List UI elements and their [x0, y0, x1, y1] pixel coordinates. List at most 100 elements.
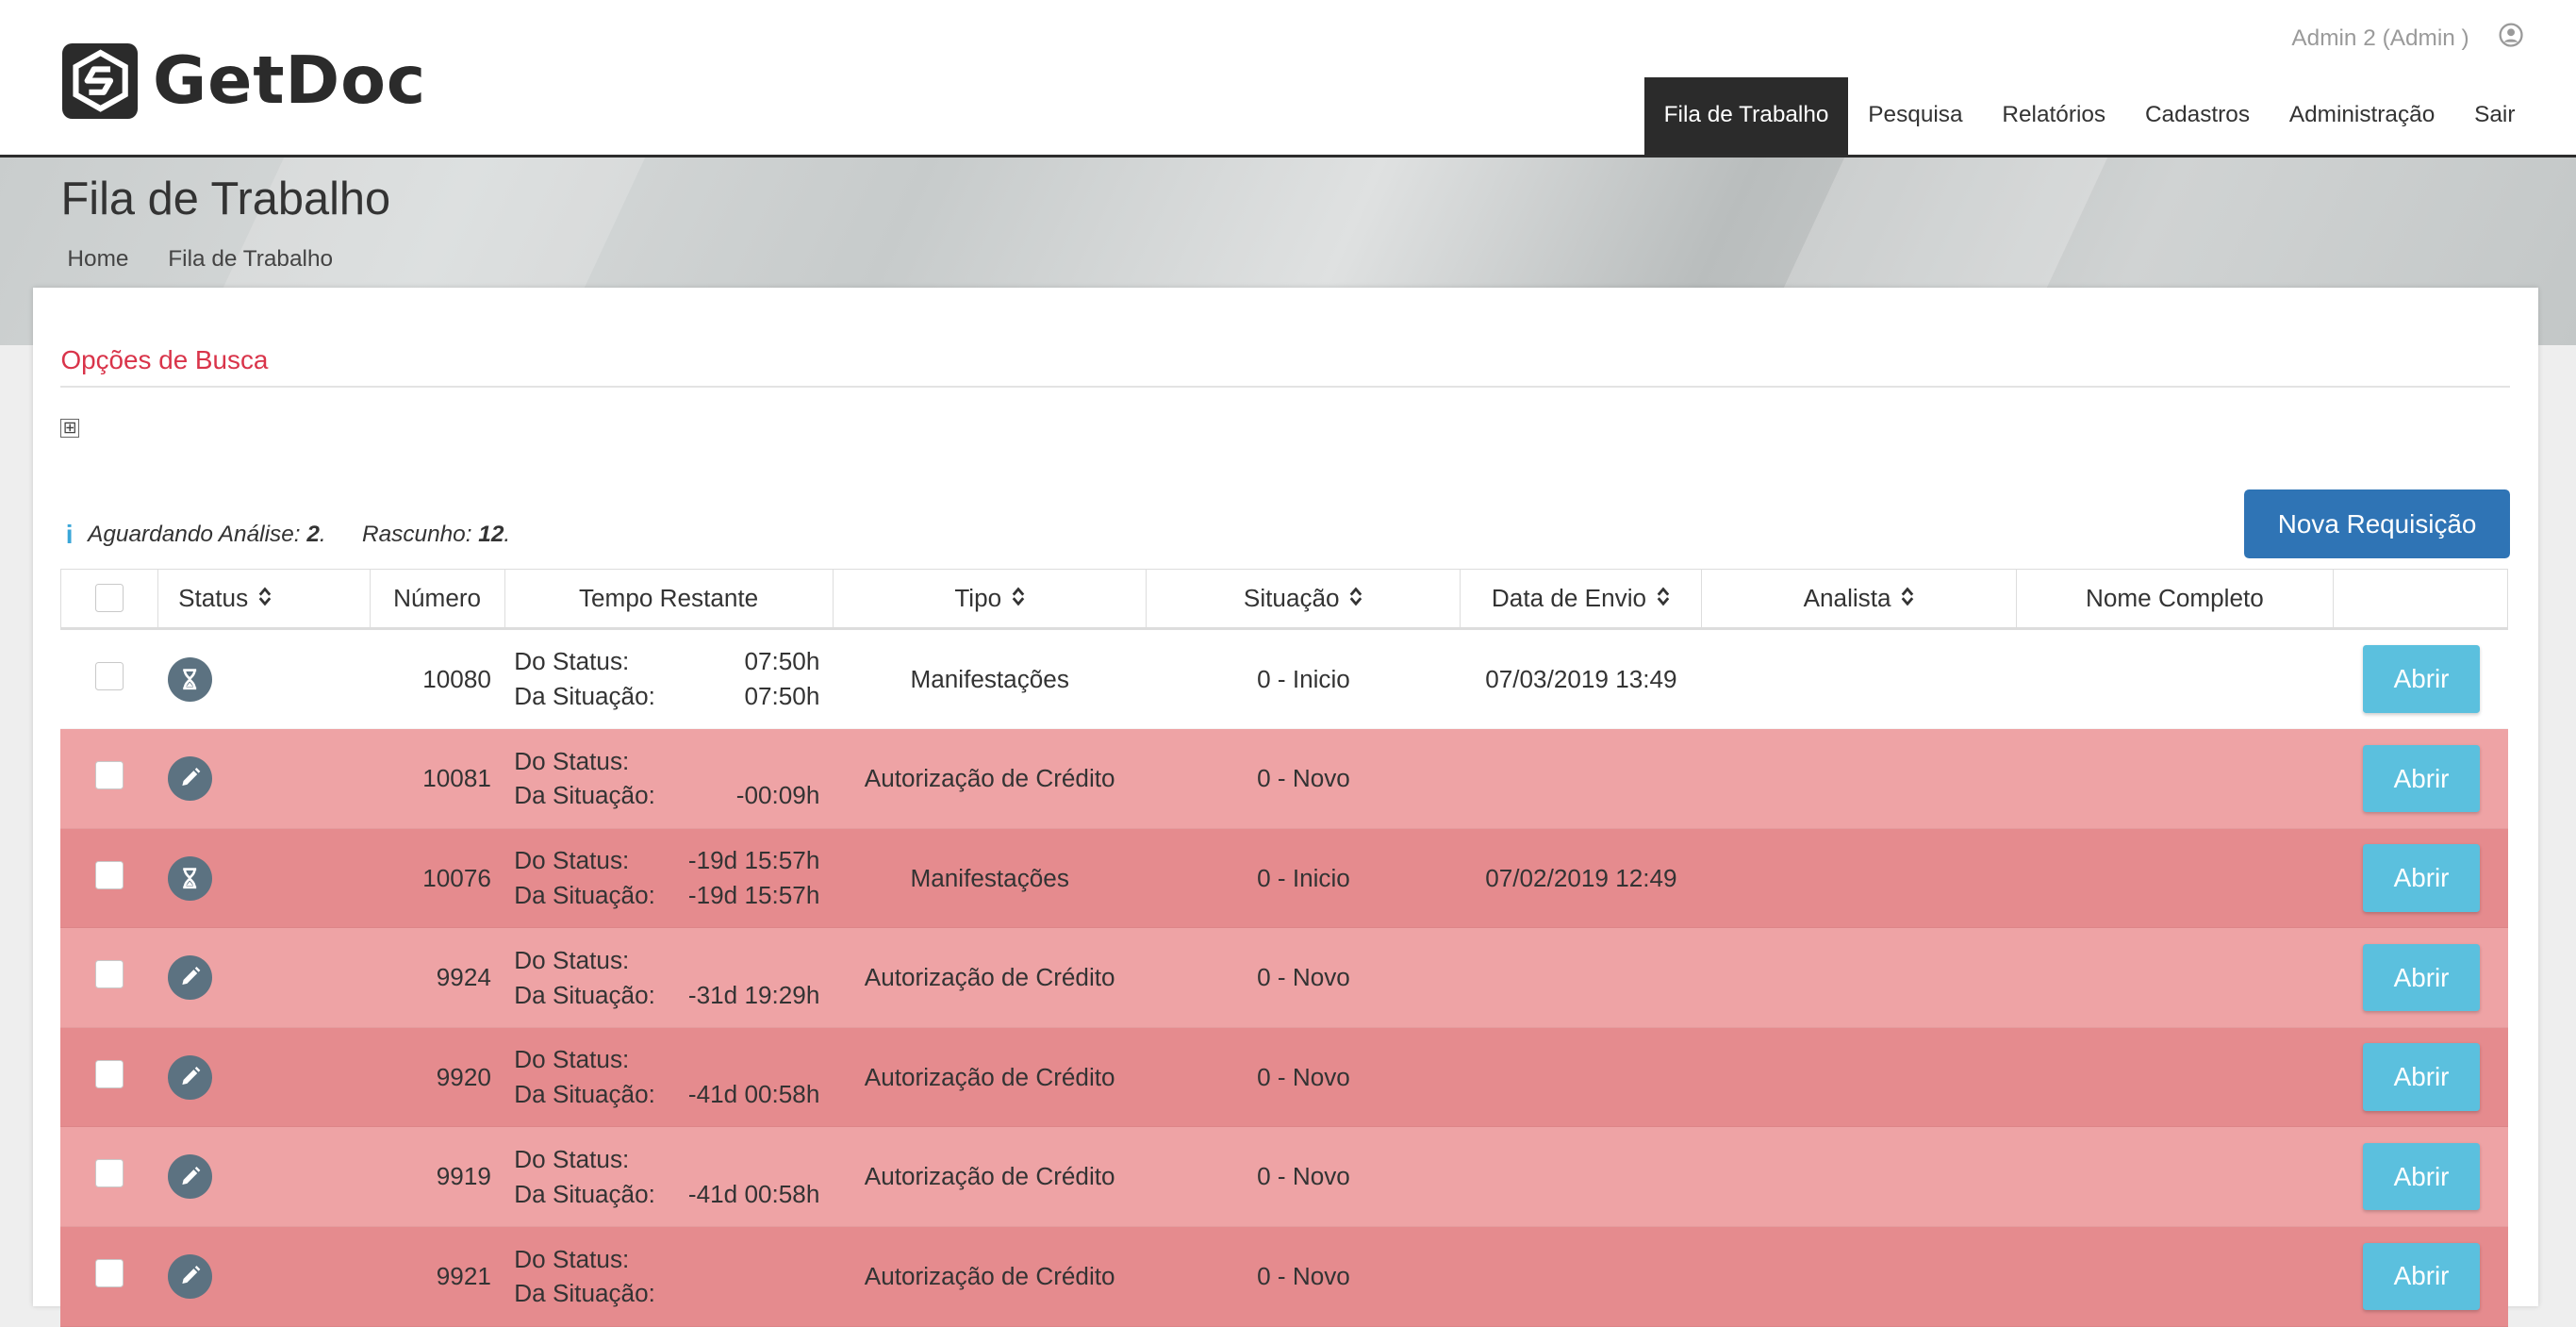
time-status-label: Do Status:	[514, 746, 630, 775]
table-row[interactable]: 10081 Do Status: Da Situação: -00:09h Autori…	[60, 729, 2509, 829]
data-envio-cell	[1461, 1227, 1702, 1326]
numero-cell: 9920	[436, 1062, 491, 1091]
row-checkbox[interactable]	[94, 960, 124, 989]
column-header-numero[interactable]: Número	[371, 569, 505, 627]
table-body: 10080 Do Status: 07:50h Da Situação: 07:50h M…	[60, 629, 2509, 1327]
numero-cell: 10080	[422, 664, 491, 693]
row-select-cell	[60, 1127, 157, 1226]
time-situacao-value: -31d 19:29h	[687, 980, 820, 1009]
nav-item-administracao[interactable]: Administração	[2270, 77, 2454, 155]
open-button[interactable]: Abrir	[2363, 744, 2480, 813]
status-cell	[157, 1028, 370, 1127]
user-menu[interactable]: Admin 2 (Admin )	[2291, 23, 2523, 54]
nav-item-pesquisa[interactable]: Pesquisa	[1848, 77, 1982, 155]
pencil-icon	[167, 955, 212, 1001]
data-envio-cell	[1461, 928, 1702, 1027]
tempo-restante-cell: Do Status: Da Situação: -41d 00:58h	[504, 1127, 833, 1226]
actions-cell: Abrir	[2335, 1227, 2509, 1326]
top-header: GetDoc Admin 2 (Admin ) Fila de Trabalho…	[0, 0, 2576, 158]
brand-name: GetDoc	[153, 42, 427, 120]
open-button[interactable]: Abrir	[2363, 943, 2480, 1012]
open-button[interactable]: Abrir	[2363, 1242, 2480, 1310]
row-checkbox[interactable]	[94, 1159, 124, 1188]
nome-completo-cell	[2017, 928, 2334, 1027]
data-envio-cell	[1461, 729, 1702, 828]
nav-item-fila-de-trabalho[interactable]: Fila de Trabalho	[1643, 76, 1849, 155]
table-row[interactable]: 10076 Do Status: -19d 15:57h Da Situação: -1…	[60, 828, 2509, 929]
table-header: Status Número Tempo Restante Tipo Situaç…	[60, 568, 2509, 630]
nome-completo-cell	[2017, 729, 2334, 828]
tipo-cell: Manifestações	[910, 664, 1069, 693]
analista-cell	[1702, 1127, 2018, 1226]
numero-cell: 9924	[436, 963, 491, 992]
time-situacao-value: -19d 15:57h	[687, 880, 820, 909]
row-checkbox[interactable]	[94, 1258, 124, 1287]
time-status-value: 07:50h	[744, 647, 820, 676]
hourglass-icon	[167, 656, 212, 702]
table-row[interactable]: 9921 Do Status: Da Situação: Autorização de…	[60, 1226, 2509, 1327]
analista-cell	[1702, 829, 2018, 928]
numero-cell: 10076	[422, 863, 491, 892]
tempo-restante-cell: Do Status: Da Situação: -31d 19:29h	[504, 928, 833, 1027]
analista-cell	[1702, 630, 2018, 729]
time-situacao-label: Da Situação:	[514, 1179, 655, 1208]
row-checkbox[interactable]	[94, 661, 124, 690]
nome-completo-cell	[2017, 1127, 2334, 1226]
table-row[interactable]: 9919 Do Status: Da Situação: -41d 00:58h Aut…	[60, 1127, 2509, 1227]
row-select-cell	[60, 630, 157, 729]
expand-plus-icon[interactable]: ⊞	[60, 419, 79, 438]
numero-cell: 9921	[436, 1261, 491, 1290]
situacao-cell: 0 - Novo	[1257, 1261, 1350, 1290]
sort-icon	[1901, 587, 1914, 609]
situacao-cell: 0 - Novo	[1257, 963, 1350, 992]
column-header-tempo-restante: Tempo Restante	[505, 569, 834, 627]
open-button[interactable]: Abrir	[2363, 645, 2480, 713]
column-header-analista[interactable]: Analista	[1702, 569, 2017, 627]
row-checkbox[interactable]	[94, 860, 124, 889]
time-status-value	[736, 745, 820, 778]
breadcrumb: Home Fila de Trabalho	[67, 246, 333, 273]
row-checkbox[interactable]	[94, 1059, 124, 1088]
breadcrumb-home[interactable]: Home	[67, 246, 128, 273]
column-header-actions	[2334, 570, 2508, 627]
open-button[interactable]: Abrir	[2363, 1043, 2480, 1111]
column-header-status[interactable]: Status	[158, 569, 371, 627]
column-header-tipo[interactable]: Tipo	[834, 569, 1148, 627]
sort-icon	[258, 587, 272, 609]
time-status-value	[688, 944, 819, 977]
search-options-title[interactable]: Opções de Busca	[60, 345, 268, 375]
open-button[interactable]: Abrir	[2363, 1142, 2480, 1211]
table-row[interactable]: 9924 Do Status: Da Situação: -31d 19:29h Aut…	[60, 928, 2509, 1028]
nome-completo-cell	[2017, 1028, 2334, 1127]
situacao-cell: 0 - Novo	[1257, 1162, 1350, 1191]
situacao-cell: 0 - Inicio	[1257, 664, 1350, 693]
nav-item-cadastros[interactable]: Cadastros	[2125, 77, 2270, 155]
new-request-button[interactable]: Nova Requisição	[2243, 489, 2511, 559]
situacao-cell: 0 - Novo	[1257, 764, 1350, 793]
status-cell	[157, 1127, 370, 1226]
column-header-data-envio[interactable]: Data de Envio	[1461, 569, 1702, 627]
time-situacao-value: -41d 00:58h	[687, 1080, 820, 1109]
tipo-cell: Manifestações	[910, 863, 1069, 892]
open-button[interactable]: Abrir	[2363, 844, 2480, 912]
row-checkbox[interactable]	[94, 761, 124, 790]
select-all-checkbox[interactable]	[95, 584, 124, 613]
table-row[interactable]: 10080 Do Status: 07:50h Da Situação: 07:50h M…	[60, 629, 2509, 730]
time-situacao-label: Da Situação:	[514, 1279, 655, 1308]
hourglass-icon	[167, 855, 212, 901]
situacao-cell: 0 - Novo	[1257, 1062, 1350, 1091]
app-logo[interactable]: GetDoc	[62, 42, 426, 119]
main-nav: Fila de Trabalho Pesquisa Relatórios Cad…	[1643, 76, 2535, 155]
tipo-cell: Autorização de Crédito	[864, 1162, 1115, 1191]
tipo-cell: Autorização de Crédito	[864, 963, 1115, 992]
sort-icon	[1657, 587, 1670, 609]
column-header-situacao[interactable]: Situação	[1147, 569, 1461, 627]
nav-item-sair[interactable]: Sair	[2454, 77, 2535, 155]
nav-item-relatorios[interactable]: Relatórios	[1982, 77, 2125, 155]
user-label: Admin 2 (Admin )	[2291, 25, 2469, 51]
actions-cell: Abrir	[2335, 1127, 2509, 1226]
time-situacao-value: -00:09h	[735, 781, 820, 810]
user-circle-icon[interactable]	[2499, 23, 2523, 54]
time-situacao-label: Da Situação:	[514, 681, 655, 710]
table-row[interactable]: 9920 Do Status: Da Situação: -41d 00:58h Aut…	[60, 1027, 2509, 1128]
